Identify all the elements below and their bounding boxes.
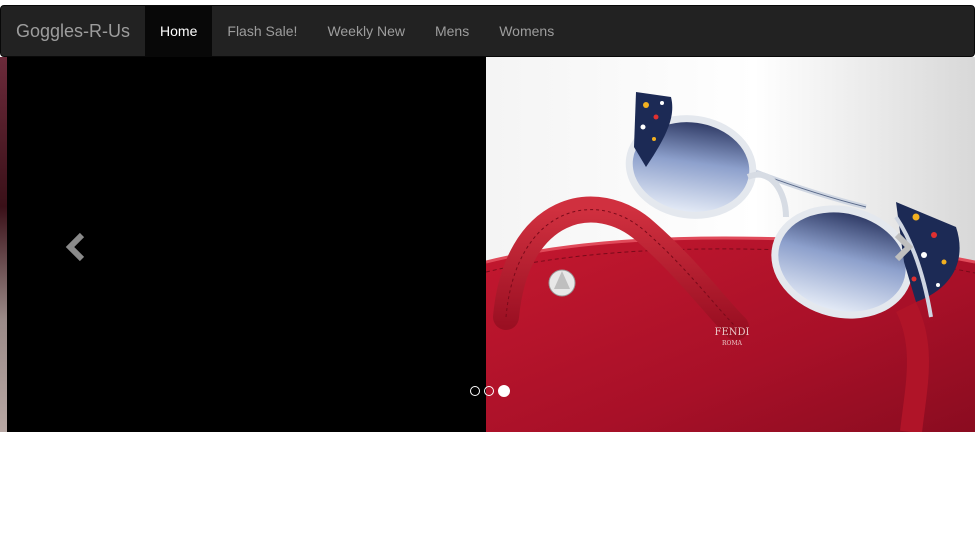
previous-slide-edge xyxy=(0,57,7,432)
carousel-indicator-1[interactable] xyxy=(470,386,480,396)
nav-item-mens[interactable]: Mens xyxy=(420,6,484,56)
carousel-indicator-3[interactable] xyxy=(498,385,510,397)
main-nav: Home Flash Sale! Weekly New Mens Womens xyxy=(145,6,569,56)
nav-item-home[interactable]: Home xyxy=(145,6,213,56)
brand-link[interactable]: Goggles-R-Us xyxy=(1,6,145,56)
page: Goggles-R-Us Home Flash Sale! Weekly New… xyxy=(0,0,975,535)
bag-logo-subtext: ROMA xyxy=(722,340,743,347)
carousel-indicator-2[interactable] xyxy=(484,386,494,396)
bag-logo-text: FENDI xyxy=(715,327,750,338)
top-navbar: Goggles-R-Us Home Flash Sale! Weekly New… xyxy=(0,5,975,57)
nav-item-flash-sale[interactable]: Flash Sale! xyxy=(212,6,312,56)
chevron-right-icon xyxy=(894,232,914,262)
carousel-indicators xyxy=(0,384,975,398)
nav-item-womens[interactable]: Womens xyxy=(484,6,569,56)
carousel-prev-button[interactable] xyxy=(56,217,96,277)
chevron-left-icon xyxy=(65,232,85,262)
nav-item-weekly-new[interactable]: Weekly New xyxy=(312,6,420,56)
hero-carousel: FENDI ROMA xyxy=(0,57,975,432)
carousel-next-button[interactable] xyxy=(883,217,923,277)
